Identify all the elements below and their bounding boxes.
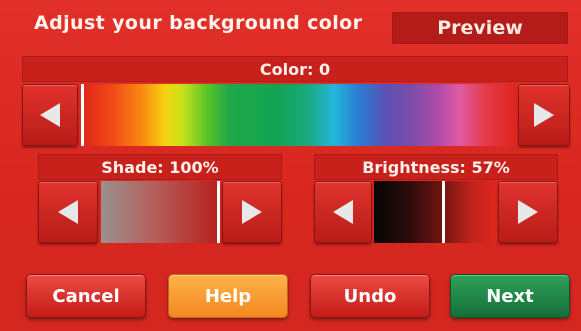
brightness-slider-handle[interactable] <box>442 181 445 243</box>
screen: Adjust your background color Preview Col… <box>0 0 581 331</box>
shade-slider[interactable] <box>101 181 219 243</box>
page-title: Adjust your background color <box>34 12 363 34</box>
left-arrow-icon <box>40 103 60 127</box>
color-decrease-button[interactable] <box>22 84 78 146</box>
color-increase-button[interactable] <box>518 84 570 146</box>
brightness-increase-button[interactable] <box>498 181 558 243</box>
shade-slider-handle[interactable] <box>217 181 220 243</box>
right-arrow-icon <box>242 200 262 224</box>
left-arrow-icon <box>333 200 353 224</box>
color-spectrum-slider[interactable] <box>82 84 516 146</box>
brightness-decrease-button[interactable] <box>314 181 372 243</box>
shade-label: Shade: 100% <box>38 154 282 180</box>
preview-button[interactable]: Preview <box>392 12 568 44</box>
brightness-label: Brightness: 57% <box>314 154 558 180</box>
right-arrow-icon <box>534 103 554 127</box>
help-button[interactable]: Help <box>168 274 288 318</box>
undo-button[interactable]: Undo <box>310 274 430 318</box>
shade-decrease-button[interactable] <box>38 181 98 243</box>
shade-increase-button[interactable] <box>222 181 282 243</box>
color-slider-handle[interactable] <box>81 84 84 146</box>
left-arrow-icon <box>58 200 78 224</box>
color-label: Color: 0 <box>22 56 568 82</box>
brightness-slider[interactable] <box>374 181 496 243</box>
next-button[interactable]: Next <box>450 274 570 318</box>
right-arrow-icon <box>518 200 538 224</box>
cancel-button[interactable]: Cancel <box>26 274 146 318</box>
